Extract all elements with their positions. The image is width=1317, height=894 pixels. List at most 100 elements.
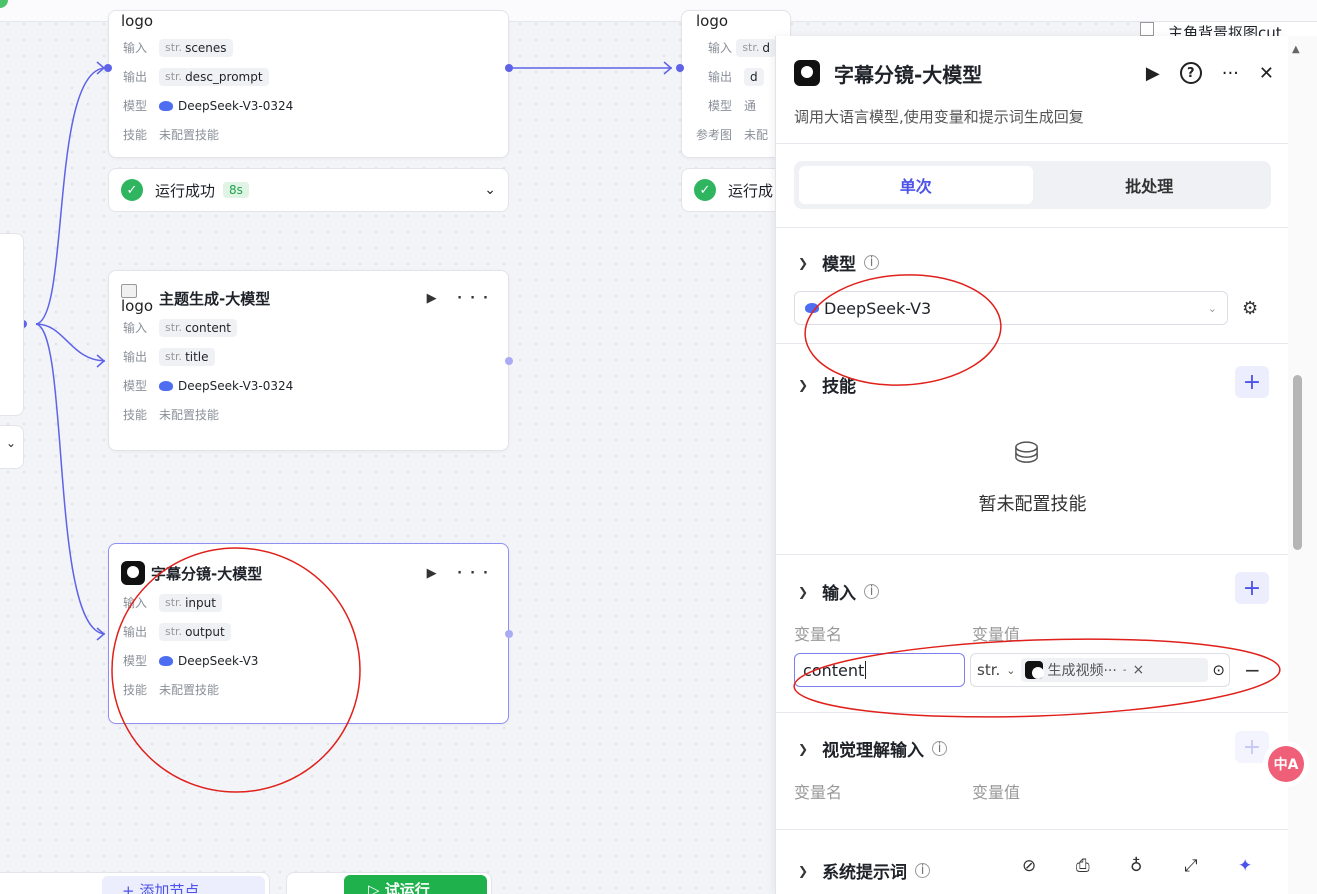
translate-icon[interactable]: 中A bbox=[1268, 746, 1304, 782]
node-config-panel: 字幕分镜-大模型 ▶ ? ··· ✕ 调用大语言模型,使用变量和提示词生成回复 … bbox=[775, 36, 1288, 894]
vision-var-name-header: 变量名 bbox=[794, 783, 843, 802]
add-input-button[interactable]: + bbox=[1235, 572, 1269, 604]
add-skill-button[interactable]: + bbox=[1235, 366, 1269, 398]
system-prompt-section-title[interactable]: ❯ 系统提示词 i bbox=[798, 858, 931, 883]
node-output-row: 输出 str. title bbox=[109, 342, 508, 371]
node-skill-row: 技能 未配置技能 bbox=[123, 128, 220, 142]
close-icon[interactable]: ✕ bbox=[1259, 63, 1274, 84]
deepseek-icon bbox=[805, 303, 819, 313]
info-icon: i bbox=[932, 741, 948, 756]
status-dot bbox=[0, 0, 8, 8]
deepseek-icon bbox=[159, 100, 173, 111]
tab-batch[interactable]: 批处理 bbox=[1033, 166, 1267, 204]
scrollbar-thumb[interactable] bbox=[1293, 375, 1302, 550]
far-right-node[interactable]: 主角背景抠图cut bbox=[1140, 22, 1317, 36]
panel-header: 字幕分镜-大模型 ▶ ? ··· ✕ bbox=[794, 58, 1274, 88]
run-mode-tabs: 单次 批处理 bbox=[794, 161, 1271, 209]
help-icon[interactable]: ? bbox=[1179, 62, 1202, 84]
theme-llm-node[interactable]: logo 主题生成-大模型 ▶ ··· 输入 str. content 输出 str.… bbox=[108, 270, 509, 451]
test-run-button[interactable]: ▷ 试运行 bbox=[344, 875, 487, 894]
broken-image-icon bbox=[1140, 22, 1154, 36]
node-output-row: 输出 str. desc_prompt bbox=[109, 62, 508, 91]
variable-ref-chip[interactable]: 生成视频··· - × bbox=[1021, 658, 1209, 682]
vision-section-title[interactable]: ❯ 视觉理解输入 i bbox=[798, 736, 948, 761]
more-icon: ··· bbox=[457, 290, 496, 306]
add-node-button[interactable]: + 添加节点 bbox=[102, 876, 265, 894]
output-port[interactable] bbox=[505, 357, 513, 365]
edge-to-subtitle-node bbox=[35, 323, 106, 635]
var-name-header: 变量名 bbox=[794, 625, 843, 644]
chevron-down-icon: ⌄ bbox=[1207, 301, 1217, 315]
prompt-toolbar: ⊘ ⎙ ♁ ⤢ ✦ bbox=[1022, 856, 1288, 876]
var-value-field[interactable]: str. ⌄ 生成视频··· - × ⊙ bbox=[970, 653, 1230, 687]
deepseek-icon bbox=[159, 380, 173, 391]
node-logo: logo bbox=[121, 12, 154, 30]
run-status-bar[interactable]: ✓ 运行成功 8s ⌄ bbox=[108, 168, 509, 212]
node-logo bbox=[1025, 661, 1045, 679]
success-check-icon: ✓ bbox=[694, 179, 716, 201]
close-icon: × bbox=[1132, 662, 1145, 678]
info-icon: i bbox=[915, 863, 931, 878]
output-port[interactable] bbox=[505, 630, 513, 638]
success-check-icon: ✓ bbox=[121, 179, 143, 201]
node-output-row: 输出 str. output bbox=[109, 617, 508, 646]
image-icon: d bbox=[744, 67, 764, 86]
add-vision-input-button[interactable]: + bbox=[1235, 731, 1269, 763]
node-input-row: 输入 str. input bbox=[109, 588, 508, 617]
panel-title[interactable]: 字幕分镜-大模型 bbox=[834, 59, 1126, 88]
node-model-row: 模型 DeepSeek-V3 bbox=[123, 653, 259, 669]
compass-icon[interactable]: ⊘ bbox=[1022, 856, 1076, 876]
more-icon: ··· bbox=[457, 565, 496, 581]
play-icon[interactable]: ▶ bbox=[1146, 63, 1160, 84]
vision-var-value-header: 变量值 bbox=[972, 783, 1021, 802]
target-icon[interactable]: ⊙ bbox=[1212, 661, 1225, 679]
library-icon[interactable]: ⎙ bbox=[1076, 856, 1130, 876]
node-model-row: 模型 DeepSeek-V3-0324 bbox=[123, 98, 294, 114]
play-icon: ▶ bbox=[426, 565, 445, 581]
more-icon[interactable]: ··· bbox=[1222, 63, 1239, 84]
node-title: 主题生成-大模型 bbox=[159, 289, 271, 308]
node-logo bbox=[121, 561, 145, 585]
node-logo bbox=[794, 60, 820, 86]
var-name-input[interactable]: content bbox=[794, 653, 965, 687]
empty-box-icon: ⛁ bbox=[1014, 436, 1040, 471]
node-skill-row: 技能 未配置技能 bbox=[123, 683, 220, 697]
gear-icon[interactable]: ⚙ bbox=[1242, 298, 1258, 319]
skills-section-title[interactable]: ❯ 技能 bbox=[798, 372, 856, 397]
node-logo: logo bbox=[696, 12, 729, 30]
chevron-down-icon[interactable]: ⌄ bbox=[484, 182, 496, 198]
deepseek-icon bbox=[159, 655, 173, 666]
model-section-title[interactable]: ❯ 模型 i bbox=[798, 250, 880, 275]
top-llm-node[interactable]: logo 输入 str. scenes 输出 str. desc_prompt 模型 De… bbox=[108, 10, 509, 158]
output-port[interactable] bbox=[505, 64, 513, 72]
node-skill-row: 技能 未配置技能 bbox=[123, 408, 220, 422]
ai-sparkle-icon[interactable]: ✦ bbox=[1238, 856, 1288, 876]
play-icon: ▶ bbox=[426, 290, 445, 306]
info-icon: i bbox=[864, 584, 880, 599]
edge-to-top-node bbox=[35, 67, 106, 325]
left-run-fragment[interactable]: ⌄ bbox=[0, 425, 24, 469]
node-logo: logo bbox=[121, 283, 153, 313]
node-model-row: 模型 DeepSeek-V3-0324 bbox=[123, 378, 294, 394]
subtitle-llm-node[interactable]: 字幕分镜-大模型 ▶ ··· 输入 str. input 输出 str. output … bbox=[108, 543, 509, 724]
lightbulb-icon[interactable]: ♁ bbox=[1130, 856, 1184, 876]
input-port[interactable] bbox=[104, 64, 112, 72]
skills-empty-text: 暂未配置技能 bbox=[978, 494, 1087, 515]
chevron-down-icon[interactable]: ⌄ bbox=[1006, 664, 1015, 677]
node-input-row: 输入 str. content bbox=[109, 313, 508, 342]
remove-input-button[interactable]: − bbox=[1244, 658, 1261, 682]
model-select[interactable]: DeepSeek-V3 ⌄ bbox=[794, 291, 1228, 325]
input-section-title[interactable]: ❯ 输入 i bbox=[798, 579, 880, 604]
tab-single[interactable]: 单次 bbox=[799, 166, 1033, 204]
input-port[interactable] bbox=[676, 64, 684, 72]
scroll-up-icon[interactable]: ▲ bbox=[1292, 44, 1300, 55]
node-input-row: 输入 str. scenes bbox=[109, 33, 508, 62]
expand-icon[interactable]: ⤢ bbox=[1184, 856, 1238, 876]
panel-description: 调用大语言模型,使用变量和提示词生成回复 bbox=[794, 108, 1084, 126]
node-title: 字幕分镜-大模型 bbox=[151, 564, 263, 583]
type-select[interactable]: str. bbox=[977, 661, 1000, 679]
run-time-badge: 8s bbox=[223, 182, 249, 198]
info-icon: i bbox=[864, 255, 880, 270]
left-node-fragment[interactable] bbox=[0, 233, 24, 416]
edge-to-theme-node bbox=[35, 323, 106, 362]
